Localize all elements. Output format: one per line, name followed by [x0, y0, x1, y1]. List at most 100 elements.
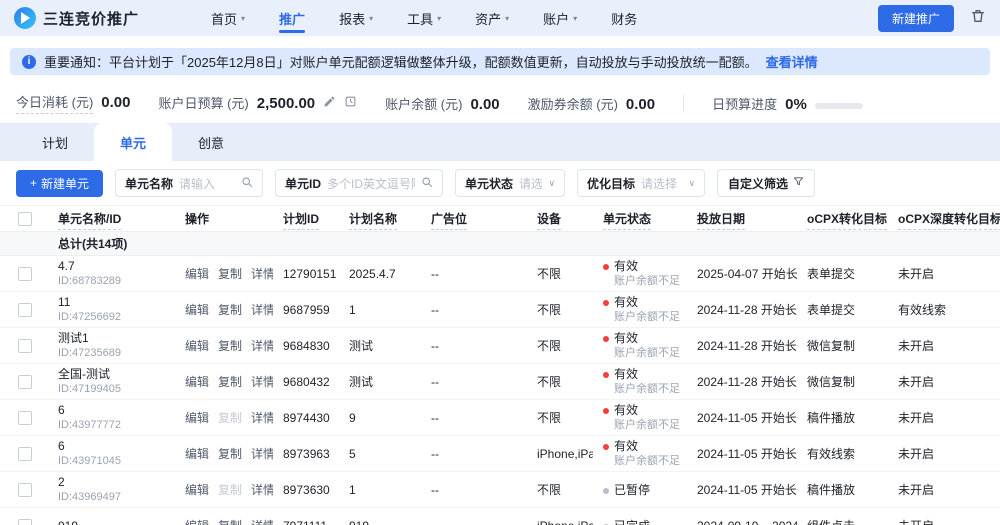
- status-subtext: 账户余额不足: [614, 455, 680, 467]
- row-checkbox-cell: [0, 291, 48, 328]
- notice-detail-link[interactable]: 查看详情: [766, 52, 818, 71]
- column-header-label: 广告位: [431, 212, 468, 230]
- select-all-checkbox[interactable]: [18, 211, 32, 226]
- plan-name-cell: 测试: [339, 363, 421, 400]
- detail-action[interactable]: 详情: [251, 517, 273, 525]
- ocpx-deep-target-cell: 未开启: [888, 327, 1000, 364]
- ocpx-target-cell: 表单提交: [797, 255, 888, 292]
- row-checkbox[interactable]: [18, 302, 32, 317]
- detail-action[interactable]: 详情: [251, 301, 273, 318]
- brand[interactable]: 三连竞价推广: [14, 7, 139, 29]
- plan-id-cell: 9680432: [273, 363, 339, 400]
- edit-action[interactable]: 编辑: [185, 445, 209, 462]
- row-checkbox[interactable]: [18, 446, 32, 461]
- tab-item[interactable]: 计划: [16, 123, 94, 161]
- row-checkbox[interactable]: [18, 374, 32, 389]
- status-label: 有效: [614, 331, 639, 345]
- custom-filter-button[interactable]: 自定义筛选: [717, 169, 816, 197]
- main-content: + 新建单元 单元名称 请输入 单元ID 多个ID英文逗号隔开 单元状态 请选择…: [0, 161, 1000, 525]
- copy-action[interactable]: 复制: [218, 445, 242, 462]
- edit-action[interactable]: 编辑: [185, 481, 209, 498]
- copy-action[interactable]: 复制: [218, 265, 242, 282]
- row-checkbox[interactable]: [18, 410, 32, 425]
- unit-status-filter-label: 单元状态: [465, 176, 514, 191]
- unit-status-select[interactable]: 单元状态 请选择 ∨: [455, 169, 566, 197]
- nav-item-menu[interactable]: 报表 ▾: [339, 0, 373, 36]
- stat-coupon-balance-label: 激励券余额 (元): [527, 96, 618, 112]
- unit-name: 6: [58, 403, 65, 417]
- edit-action[interactable]: 编辑: [185, 517, 209, 525]
- optimize-target-select[interactable]: 优化目标 请选择 ∨: [577, 169, 706, 197]
- ocpx-target-cell: 有效线索: [797, 435, 888, 472]
- nav-item-label: 工具: [407, 11, 434, 27]
- copy-action[interactable]: 复制: [218, 337, 242, 354]
- column-header: 计划名称: [339, 205, 421, 232]
- nav-item-menu[interactable]: 资产 ▾: [475, 0, 509, 36]
- nav-item-menu[interactable]: 工具 ▾: [407, 0, 441, 36]
- edit-action[interactable]: 编辑: [185, 337, 209, 354]
- row-checkbox[interactable]: [18, 266, 32, 281]
- status-badge: 已完成: [603, 519, 679, 525]
- actions-cell: 编辑复制详情⋮: [175, 435, 273, 472]
- chevron-down-icon: ▾: [369, 14, 374, 23]
- date-cell: 2025-04-07 开始长期投放: [687, 255, 797, 292]
- brand-logo-icon: [14, 7, 36, 29]
- detail-action[interactable]: 详情: [251, 373, 273, 390]
- row-actions: 编辑复制详情⋮: [185, 373, 273, 390]
- edit-action[interactable]: 编辑: [185, 373, 209, 390]
- recycle-bin-icon[interactable]: [970, 8, 986, 29]
- status-cell: 已完成: [593, 507, 687, 525]
- edit-action[interactable]: 编辑: [185, 409, 209, 426]
- optimize-target-filter-label: 优化目标: [587, 176, 636, 191]
- copy-action[interactable]: 复制: [218, 301, 242, 318]
- copy-action[interactable]: 复制: [218, 373, 242, 390]
- detail-action[interactable]: 详情: [251, 265, 273, 282]
- row-checkbox-cell: [0, 435, 48, 472]
- nav-item-active[interactable]: 推广: [279, 0, 305, 36]
- column-header-label: 计划名称: [349, 212, 398, 230]
- detail-action[interactable]: 详情: [251, 481, 273, 498]
- detail-action[interactable]: 详情: [251, 409, 273, 426]
- ocpx-deep-target-cell: 未开启: [888, 507, 1000, 525]
- edit-action[interactable]: 编辑: [185, 301, 209, 318]
- row-checkbox[interactable]: [18, 518, 32, 525]
- actions-cell: 编辑复制详情⋮: [175, 327, 273, 364]
- status-cell: 有效 账户余额不足: [593, 399, 687, 436]
- unit-name-search-input[interactable]: 单元名称 请输入: [115, 169, 264, 197]
- ad-slot-cell: --: [421, 363, 527, 400]
- detail-action[interactable]: 详情: [251, 445, 273, 462]
- row-checkbox[interactable]: [18, 338, 32, 353]
- nav-item-label: 账户: [543, 11, 570, 27]
- row-checkbox[interactable]: [18, 482, 32, 497]
- status-badge: 有效: [603, 367, 679, 381]
- row-actions: 编辑复制详情⋮: [185, 445, 273, 462]
- status-subtext: 账户余额不足: [614, 383, 680, 395]
- detail-action[interactable]: 详情: [251, 337, 273, 354]
- tab-item[interactable]: 创意: [172, 123, 250, 161]
- new-unit-button[interactable]: + 新建单元: [16, 169, 104, 197]
- status-label: 有效: [614, 295, 639, 309]
- nav-item-menu[interactable]: 账户 ▾: [543, 0, 577, 36]
- copy-action[interactable]: 复制: [218, 517, 242, 525]
- nav-item-menu[interactable]: 财务: [611, 0, 637, 36]
- new-promotion-button[interactable]: 新建推广: [877, 4, 954, 32]
- unit-name-cell: 2 ID:43969497: [48, 471, 175, 508]
- budget-history-clock-icon[interactable]: [344, 95, 357, 113]
- row-actions: 编辑复制详情⋮: [185, 517, 273, 525]
- nav-item-menu[interactable]: 首页 ▾: [211, 0, 245, 36]
- unit-name: 测试1: [58, 331, 89, 345]
- unit-name-cell: 11 ID:47256692: [48, 291, 175, 328]
- device-cell: 不限: [527, 291, 593, 328]
- row-actions: 编辑复制详情⋮: [185, 301, 273, 318]
- unit-id: ID:43971045: [58, 455, 121, 467]
- unit-id-search-input[interactable]: 单元ID 多个ID英文逗号隔开: [275, 169, 444, 197]
- tab-active[interactable]: 单元: [94, 123, 172, 161]
- ocpx-target-cell: 稿件播放: [797, 471, 888, 508]
- ocpx-deep-target-cell: 未开启: [888, 399, 1000, 436]
- status-label: 有效: [614, 367, 639, 381]
- edit-action[interactable]: 编辑: [185, 265, 209, 282]
- column-header-label: 投放日期: [697, 212, 746, 230]
- ad-slot-cell: --: [421, 471, 527, 508]
- edit-budget-pencil-icon[interactable]: [323, 95, 336, 113]
- optimize-target-filter-placeholder: 请选择: [641, 176, 678, 191]
